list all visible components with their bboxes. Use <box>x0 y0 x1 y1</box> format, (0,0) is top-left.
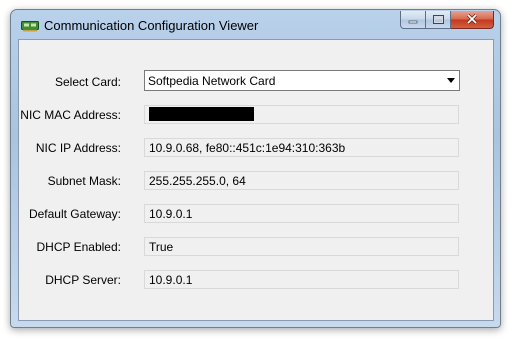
dhcp-enabled-field[interactable]: True <box>144 237 459 256</box>
default-gateway-label: Default Gateway: <box>28 207 121 221</box>
network-card-icon <box>21 19 39 32</box>
subnet-mask-field[interactable]: 255.255.255.0, 64 <box>144 171 459 190</box>
dropdown-arrow-icon[interactable] <box>447 78 455 83</box>
minimize-button[interactable] <box>400 11 426 29</box>
dhcp-server-label: DHCP Server: <box>45 273 121 287</box>
app-window: Communication Configuration Viewer Selec… <box>10 9 501 328</box>
maximize-button[interactable] <box>426 11 451 29</box>
dhcp-enabled-label: DHCP Enabled: <box>36 240 122 254</box>
ip-address-field[interactable]: 10.9.0.68, fe80::451c:1e94:310:363b <box>144 138 459 157</box>
subnet-mask-label: Subnet Mask: <box>47 174 121 188</box>
mac-address-field[interactable] <box>144 105 459 124</box>
close-icon <box>466 11 478 29</box>
close-button[interactable] <box>451 11 494 29</box>
default-gateway-field[interactable]: 10.9.0.1 <box>144 204 459 223</box>
title-bar[interactable]: Communication Configuration Viewer <box>11 10 500 38</box>
card-dropdown[interactable]: Softpedia Network Card <box>144 70 460 91</box>
maximize-icon <box>432 11 444 29</box>
redacted-mac-value <box>149 107 254 121</box>
dhcp-server-field[interactable]: 10.9.0.1 <box>144 270 459 289</box>
mac-address-label: NIC MAC Address: <box>20 108 121 122</box>
form-panel: Select Card: Softpedia Network Card NIC … <box>18 39 494 321</box>
minimize-icon <box>408 11 418 29</box>
ip-address-label: NIC IP Address: <box>35 141 121 155</box>
window-title: Communication Configuration Viewer <box>44 18 259 33</box>
card-dropdown-value: Softpedia Network Card <box>148 74 276 88</box>
select-card-label: Select Card: <box>54 75 121 89</box>
